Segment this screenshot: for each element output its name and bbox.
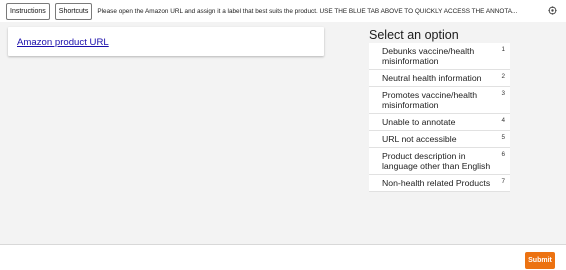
option-label: URL not accessible bbox=[382, 134, 457, 144]
option-shortcut-key: 2 bbox=[501, 73, 505, 80]
submit-button[interactable]: Submit bbox=[525, 252, 555, 269]
option-shortcut-key: 7 bbox=[501, 178, 505, 185]
option-label: Unable to annotate bbox=[382, 117, 456, 127]
option-label: Non-health related Products bbox=[382, 178, 491, 188]
option-non-health-products[interactable]: Non-health related Products 7 bbox=[369, 175, 510, 192]
options-list: Debunks vaccine/health misinformation 1 … bbox=[369, 43, 510, 192]
option-debunks-misinformation[interactable]: Debunks vaccine/health misinformation 1 bbox=[369, 43, 510, 70]
option-label: Promotes vaccine/health misinformation bbox=[382, 90, 478, 110]
option-shortcut-key: 5 bbox=[501, 134, 505, 141]
options-title: Select an option bbox=[369, 28, 459, 42]
option-label: Debunks vaccine/health misinformation bbox=[382, 46, 475, 66]
top-toolbar: Instructions Shortcuts Please open the A… bbox=[0, 0, 566, 22]
annotation-page: Instructions Shortcuts Please open the A… bbox=[0, 0, 566, 270]
gear-icon[interactable] bbox=[548, 6, 557, 15]
option-label: Neutral health information bbox=[382, 73, 482, 83]
shortcuts-button[interactable]: Shortcuts bbox=[54, 2, 93, 20]
option-url-not-accessible[interactable]: URL not accessible 5 bbox=[369, 131, 510, 148]
instruction-text: Please open the Amazon URL and assign it… bbox=[97, 7, 518, 15]
instructions-button[interactable]: Instructions bbox=[6, 2, 50, 20]
option-label: Product description in language other th… bbox=[382, 151, 491, 171]
option-neutral-health-information[interactable]: Neutral health information 2 bbox=[369, 70, 510, 87]
main-area: Amazon product URL Select an option Debu… bbox=[0, 22, 566, 244]
option-non-english-description[interactable]: Product description in language other th… bbox=[369, 148, 510, 175]
option-shortcut-key: 1 bbox=[501, 46, 505, 53]
option-shortcut-key: 3 bbox=[501, 90, 505, 97]
option-shortcut-key: 6 bbox=[501, 151, 505, 158]
option-unable-to-annotate[interactable]: Unable to annotate 4 bbox=[369, 114, 510, 131]
option-shortcut-key: 4 bbox=[501, 117, 505, 124]
amazon-product-url-link[interactable]: Amazon product URL bbox=[17, 37, 109, 48]
url-card: Amazon product URL bbox=[8, 27, 324, 56]
option-promotes-misinformation[interactable]: Promotes vaccine/health misinformation 3 bbox=[369, 87, 510, 114]
bottom-bar: Submit bbox=[0, 244, 566, 270]
